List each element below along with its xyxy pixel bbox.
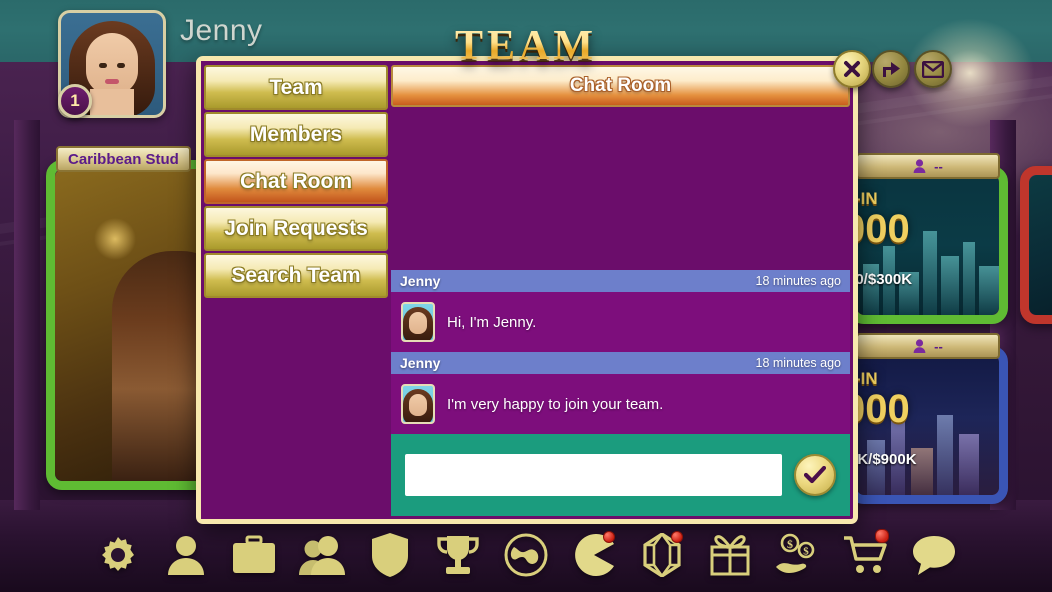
chat-message-header: Jenny 18 minutes ago bbox=[391, 352, 850, 374]
sidebar-item-join-requests[interactable]: Join Requests bbox=[204, 206, 388, 251]
seat-count: -- bbox=[934, 158, 943, 174]
notification-badge bbox=[603, 531, 615, 543]
globe-icon bbox=[504, 533, 548, 577]
avatar-face bbox=[409, 312, 427, 334]
chat-message-body: I'm very happy to join your team. bbox=[391, 374, 850, 434]
sidebar-item-chat-room[interactable]: Chat Room bbox=[204, 159, 388, 204]
toolbar-shield-button[interactable] bbox=[359, 527, 421, 583]
bottom-toolbar: $ $ bbox=[0, 518, 1052, 592]
game-stage: Caribbean Stud -IN 000 00/$300K bbox=[0, 0, 1052, 592]
speech-bubble-icon bbox=[913, 536, 955, 575]
svg-text:$: $ bbox=[803, 546, 809, 558]
close-icon bbox=[844, 61, 860, 77]
toolbar-friends-button[interactable] bbox=[291, 527, 353, 583]
lobby-card-city-top[interactable]: -IN 000 00/$300K -- bbox=[848, 153, 1008, 324]
lobby-pillar bbox=[14, 120, 40, 510]
tab-label: Search Team bbox=[231, 263, 361, 287]
lobby-card-seat-plate: -- bbox=[856, 153, 1000, 179]
tab-label: Members bbox=[249, 122, 343, 146]
close-button[interactable] bbox=[833, 50, 871, 88]
card-frame bbox=[848, 166, 1008, 324]
toolbar-leaderboard-button[interactable] bbox=[427, 527, 489, 583]
tab-label: Join Requests bbox=[224, 216, 368, 240]
sidebar-item-search-team[interactable]: Search Team bbox=[204, 253, 388, 298]
chat-message-list[interactable]: Jenny 18 minutes ago Hi, I'm Jenny. Jenn… bbox=[391, 107, 850, 434]
lobby-card-label: Caribbean Stud bbox=[56, 146, 191, 172]
toolbar-games-button[interactable] bbox=[563, 527, 625, 583]
chat-message-author: Jenny bbox=[400, 355, 441, 371]
chat-message-body: Hi, I'm Jenny. bbox=[391, 292, 850, 352]
team-dialog: Team Members Chat Room Join Requests Sea… bbox=[196, 56, 858, 524]
briefcase-icon bbox=[233, 535, 275, 573]
toolbar-gifts-button[interactable] bbox=[699, 527, 761, 583]
chat-message-author: Jenny bbox=[400, 273, 441, 289]
toolbar-profile-button[interactable] bbox=[155, 527, 217, 583]
chat-message-text: Hi, I'm Jenny. bbox=[447, 313, 537, 331]
gear-icon bbox=[102, 537, 134, 571]
card-frame bbox=[1020, 166, 1052, 324]
chat-message-avatar[interactable] bbox=[401, 302, 435, 342]
mail-icon bbox=[922, 60, 944, 78]
toolbar-bonus-button[interactable]: $ $ bbox=[767, 527, 829, 583]
lobby-card-city-bottom[interactable]: -IN 000 5K/$900K -- bbox=[848, 333, 1008, 504]
money-hand-icon: $ $ bbox=[776, 533, 815, 573]
chat-message-text: I'm very happy to join your team. bbox=[447, 395, 664, 413]
toolbar-world-button[interactable] bbox=[495, 527, 557, 583]
notification-badge bbox=[875, 529, 889, 543]
chat-room-header: Chat Room bbox=[391, 65, 850, 107]
chat-message-avatar[interactable] bbox=[401, 384, 435, 424]
toolbar-chat-button[interactable] bbox=[903, 527, 965, 583]
chat-input-bar bbox=[391, 434, 850, 516]
toolbar-shop-button[interactable] bbox=[835, 527, 897, 583]
tab-label: Team bbox=[269, 75, 323, 99]
chat-input[interactable] bbox=[405, 454, 782, 496]
chat-room-column: Chat Room Jenny 18 minutes ago Hi, I'm J… bbox=[391, 61, 853, 519]
toolbar-gems-button[interactable] bbox=[631, 527, 693, 583]
people-icon bbox=[299, 536, 345, 575]
trophy-icon bbox=[437, 536, 479, 574]
mail-button[interactable] bbox=[914, 50, 952, 88]
avatar-lips bbox=[105, 79, 119, 84]
shield-icon bbox=[372, 533, 408, 577]
sidebar-item-team[interactable]: Team bbox=[204, 65, 388, 110]
chat-message: Jenny 18 minutes ago Hi, I'm Jenny. bbox=[391, 270, 850, 352]
chat-message-timestamp: 18 minutes ago bbox=[755, 274, 841, 288]
avatar-neck bbox=[90, 89, 134, 115]
lobby-card-seat-plate: -- bbox=[856, 333, 1000, 359]
person-icon bbox=[913, 339, 926, 353]
toolbar-settings-button[interactable] bbox=[87, 527, 149, 583]
sidebar-item-members[interactable]: Members bbox=[204, 112, 388, 157]
chat-message: Jenny 18 minutes ago I'm very happy to j… bbox=[391, 352, 850, 434]
notification-badge bbox=[671, 531, 683, 543]
person-icon bbox=[168, 536, 204, 575]
seat-count: -- bbox=[934, 338, 943, 354]
card-frame bbox=[848, 346, 1008, 504]
player-level-badge: 1 bbox=[58, 84, 92, 118]
gift-icon bbox=[710, 535, 750, 576]
share-icon bbox=[883, 62, 900, 77]
lobby-card-partial-right[interactable] bbox=[1020, 166, 1052, 324]
team-tab-sidebar: Team Members Chat Room Join Requests Sea… bbox=[201, 61, 391, 519]
person-icon bbox=[913, 159, 926, 173]
chat-message-header: Jenny 18 minutes ago bbox=[391, 270, 850, 292]
avatar-face bbox=[409, 394, 427, 416]
tab-label: Chat Room bbox=[240, 169, 352, 193]
checkmark-icon bbox=[804, 466, 826, 484]
toolbar-briefcase-button[interactable] bbox=[223, 527, 285, 583]
share-button[interactable] bbox=[872, 50, 910, 88]
svg-text:$: $ bbox=[787, 537, 793, 551]
send-button[interactable] bbox=[794, 454, 836, 496]
chat-message-timestamp: 18 minutes ago bbox=[755, 356, 841, 370]
